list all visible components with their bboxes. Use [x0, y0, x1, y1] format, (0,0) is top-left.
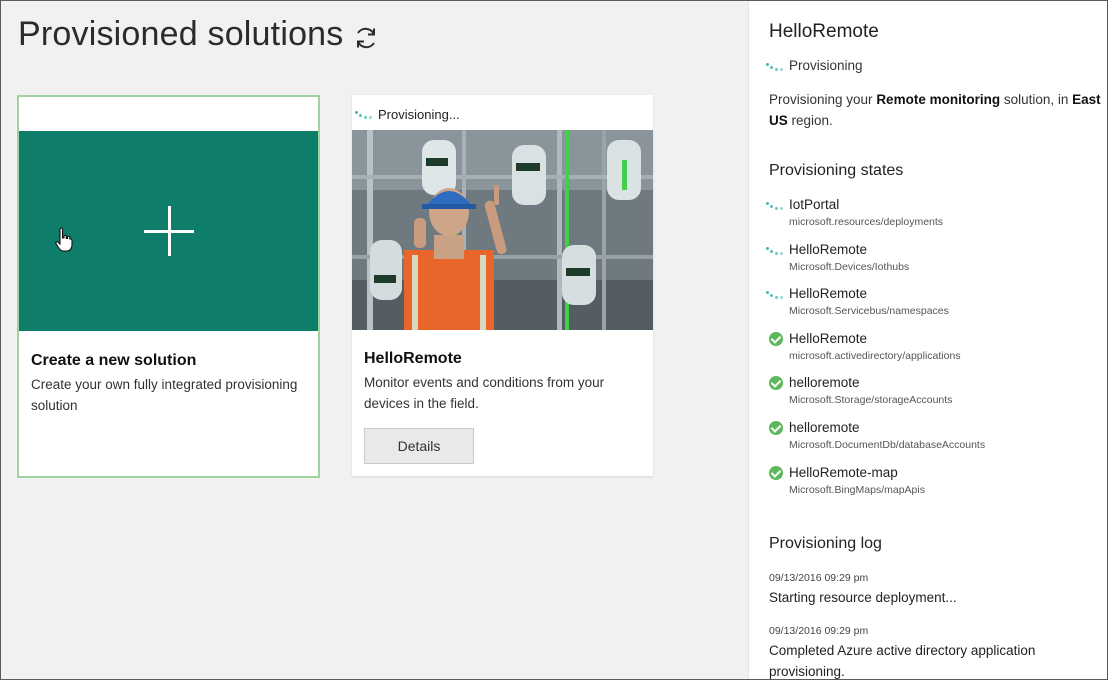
log-heading: Provisioning log	[769, 535, 882, 552]
page-title: Provisioned solutions	[18, 15, 344, 53]
check-icon	[765, 376, 785, 392]
log-message: Starting resource deployment...	[769, 590, 957, 605]
state-name: HelloRemote-map	[789, 464, 898, 480]
panel-description-suffix: region.	[787, 113, 833, 128]
state-item: HelloRemote microsoft.activedirectory/app…	[765, 331, 1095, 371]
state-name: helloremote	[789, 420, 860, 435]
state-name: HelloRemote	[789, 330, 868, 346]
panel-description-middle: solution, in	[1000, 92, 1073, 107]
log-message: Completed Azure active directory applica…	[769, 643, 1036, 679]
hand-cursor-icon	[55, 227, 73, 252]
refresh-icon[interactable]	[353, 25, 379, 51]
state-type: microsoft.activedirectory/applications	[789, 349, 961, 362]
card-status: Provisioning...	[354, 105, 460, 123]
state-type: Microsoft.BingMaps/mapApis	[789, 483, 925, 496]
progress-dots-icon	[354, 108, 374, 120]
state-item: HelloRemote-map Microsoft.BingMaps/mapApi…	[765, 465, 1095, 505]
create-solution-tile[interactable]	[19, 131, 318, 331]
state-type: Microsoft.Storage/storageAccounts	[789, 394, 953, 407]
panel-description: Provisioning your Remote monitoring solu…	[769, 89, 1105, 131]
panel-description-prefix: Provisioning your	[769, 92, 877, 107]
check-icon	[765, 421, 785, 437]
main-area: Provisioned solutions Create a new solut…	[1, 1, 748, 679]
state-item: HelloRemote Microsoft.Devices/Iothubs	[765, 242, 1095, 282]
check-icon	[765, 465, 785, 482]
details-button[interactable]: Details	[364, 428, 474, 464]
log-timestamp: 09/13/2016 09:29 pm	[769, 572, 869, 584]
panel-status: Provisioning	[765, 58, 863, 73]
create-solution-title: Create a new solution	[31, 352, 197, 369]
states-heading: Provisioning states	[769, 162, 904, 179]
state-type: Microsoft.Devices/Iothubs	[789, 260, 910, 273]
log-timestamp: 09/13/2016 09:29 pm	[769, 625, 869, 637]
solution-description: Monitor events and conditions from your …	[364, 375, 605, 411]
create-solution-card[interactable]: Create a new solution Create your own fu…	[17, 95, 320, 478]
check-icon	[765, 331, 785, 348]
state-item: HelloRemote Microsoft.Servicebus/namespac…	[765, 286, 1095, 326]
progress-dots-icon	[765, 287, 785, 303]
state-name: helloremote	[789, 375, 860, 391]
panel-status-text: Provisioning	[789, 58, 863, 73]
log-entry: 09/13/2016 09:29 pm Completed Azure activ…	[769, 625, 1099, 679]
progress-dots-icon	[765, 243, 785, 259]
window-frame: Provisioned solutions Create a new solut…	[0, 0, 1108, 680]
state-type: microsoft.resources/deployments	[789, 216, 944, 228]
state-item: helloremote Microsoft.Storage/storageAcco…	[765, 375, 1095, 415]
panel-title: HelloRemote	[769, 21, 879, 42]
state-type: Microsoft.Servicebus/namespaces	[789, 305, 949, 318]
solution-type: Remote monitoring	[876, 92, 1001, 107]
details-panel: HelloRemote Provisioning Provisioning yo…	[748, 1, 1107, 679]
state-name: HelloRemote	[789, 286, 868, 302]
progress-dots-icon	[765, 198, 785, 214]
solution-title: HelloRemote	[364, 350, 462, 367]
create-solution-description: Create your own fully integrated provisi…	[31, 377, 298, 413]
solution-card-helloremote[interactable]: Provisioning... HelloRemote Monitor even…	[352, 95, 653, 476]
state-item: IotPortal microsoft.resources/deployments	[765, 197, 1095, 237]
state-name: HelloRemote	[789, 241, 868, 257]
state-item: helloremote Microsoft.DocumentDb/database…	[765, 420, 1095, 460]
card-status-text: Provisioning...	[378, 106, 460, 122]
state-name: IotPortal	[789, 197, 840, 212]
industrial-engineer-photo	[352, 130, 653, 330]
log-entry: 09/13/2016 09:29 pm Starting resource dep…	[769, 572, 1099, 608]
state-type: Microsoft.DocumentDb/databaseAccounts	[789, 439, 986, 451]
progress-dots-icon	[765, 60, 785, 72]
